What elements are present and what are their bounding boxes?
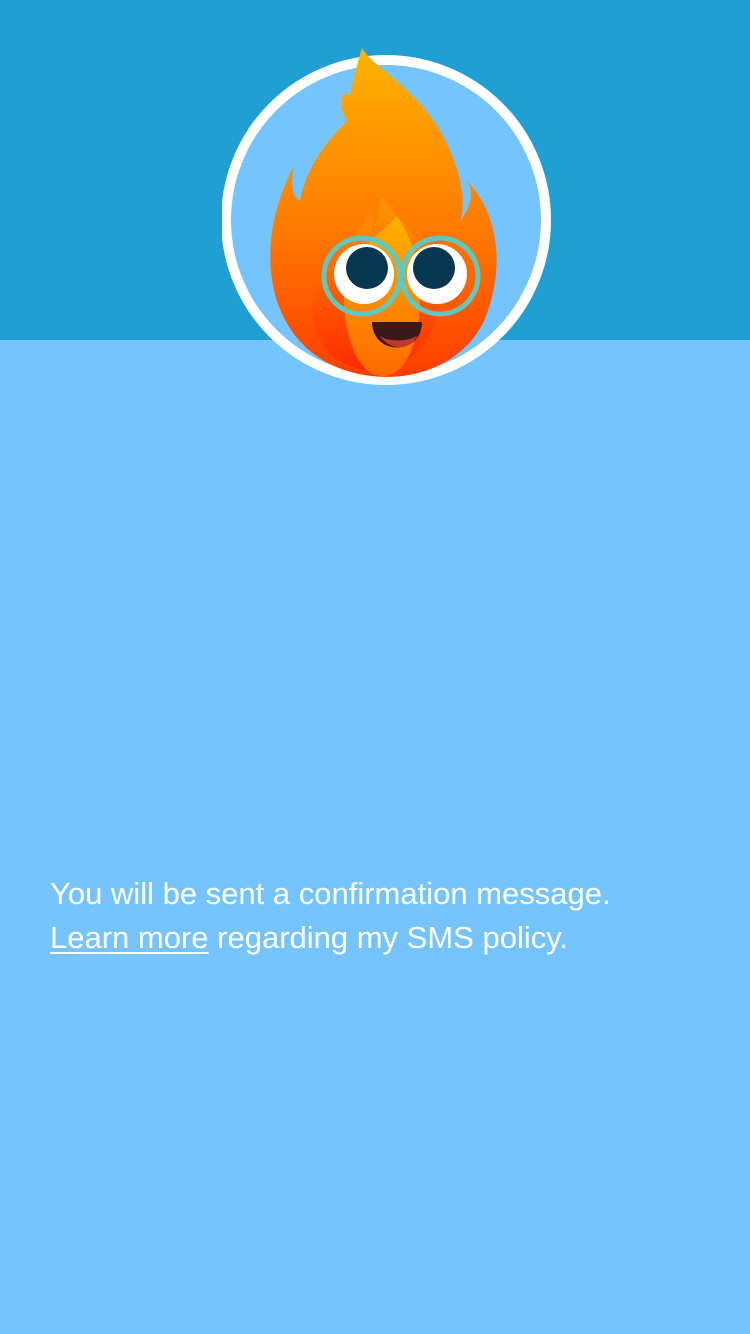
- confirmation-message: You will be sent a confirmation message.: [50, 876, 611, 911]
- fire-mascot-with-glasses-icon: [222, 48, 551, 385]
- learn-more-link[interactable]: Learn more: [50, 920, 209, 955]
- confirmation-text: You will be sent a confirmation message.…: [50, 872, 700, 960]
- avatar: [222, 46, 552, 388]
- sms-policy-text: regarding my SMS policy.: [208, 920, 569, 955]
